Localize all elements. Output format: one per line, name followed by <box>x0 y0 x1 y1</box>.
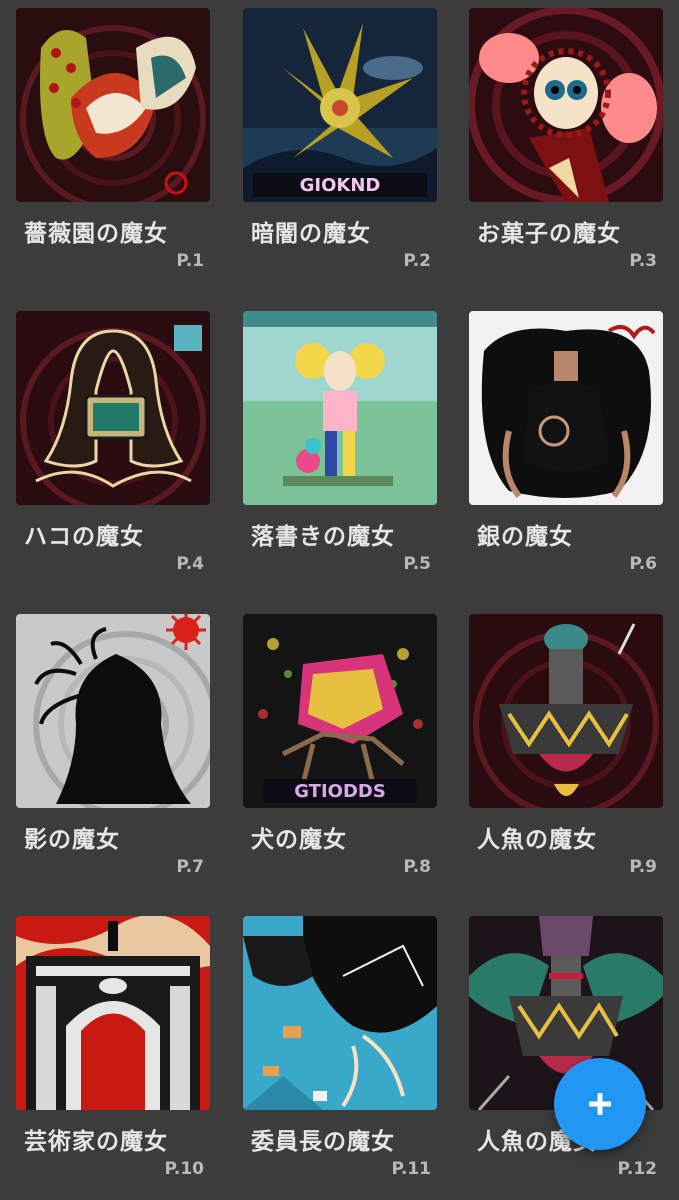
card-witch-8[interactable]: GTIODDS 犬の魔女 P.8 <box>243 614 437 894</box>
card-page-number: P.6 <box>629 554 657 574</box>
card-title: 落書きの魔女 <box>251 524 395 550</box>
add-button[interactable] <box>554 1058 646 1150</box>
card-page-number: P.2 <box>403 251 431 271</box>
card-thumbnail <box>16 916 210 1110</box>
thumb-caption-text: GTIODDS <box>294 781 386 802</box>
card-thumbnail <box>469 614 663 808</box>
card-witch-3[interactable]: お菓子の魔女 P.3 <box>469 8 663 288</box>
card-witch-5[interactable]: 落書きの魔女 P.5 <box>243 311 437 591</box>
card-page-number: P.8 <box>403 857 431 877</box>
card-witch-11[interactable]: 委員長の魔女 P.11 <box>243 916 437 1196</box>
card-thumbnail: GIOKND <box>243 8 437 202</box>
card-page-number: P.3 <box>629 251 657 271</box>
card-page-number: P.7 <box>176 857 204 877</box>
card-page-number: P.4 <box>176 554 204 574</box>
card-title: 銀の魔女 <box>477 524 573 550</box>
card-thumbnail <box>16 8 210 202</box>
card-witch-6[interactable]: 銀の魔女 P.6 <box>469 311 663 591</box>
card-witch-10[interactable]: 芸術家の魔女 P.10 <box>16 916 210 1196</box>
card-title: 委員長の魔女 <box>251 1129 395 1155</box>
card-thumbnail <box>16 311 210 505</box>
card-witch-7[interactable]: 影の魔女 P.7 <box>16 614 210 894</box>
card-thumbnail <box>243 916 437 1110</box>
card-thumbnail <box>16 614 210 808</box>
card-page-number: P.11 <box>391 1159 431 1179</box>
card-thumbnail: GTIODDS <box>243 614 437 808</box>
card-title: お菓子の魔女 <box>477 221 621 247</box>
card-page-number: P.12 <box>617 1159 657 1179</box>
card-title: 芸術家の魔女 <box>24 1129 168 1155</box>
card-page-number: P.9 <box>629 857 657 877</box>
card-thumbnail <box>469 8 663 202</box>
card-title: 暗闇の魔女 <box>251 221 371 247</box>
card-witch-4[interactable]: ハコの魔女 P.4 <box>16 311 210 591</box>
card-witch-9[interactable]: 人魚の魔女 P.9 <box>469 614 663 894</box>
card-title: ハコの魔女 <box>24 524 144 550</box>
card-page-number: P.1 <box>176 251 204 271</box>
card-title: 薔薇園の魔女 <box>24 221 168 247</box>
plus-icon <box>589 1093 611 1115</box>
card-witch-12[interactable]: 人魚の魔女 P.12 <box>469 916 663 1196</box>
card-witch-2[interactable]: GIOKND 暗闇の魔女 P.2 <box>243 8 437 288</box>
card-title: 人魚の魔女 <box>477 827 597 853</box>
card-thumbnail <box>243 311 437 505</box>
card-witch-1[interactable]: 薔薇園の魔女 P.1 <box>16 8 210 288</box>
thumb-caption-text: GIOKND <box>300 175 381 196</box>
card-thumbnail <box>469 311 663 505</box>
card-page-number: P.10 <box>164 1159 204 1179</box>
card-title: 影の魔女 <box>24 827 120 853</box>
witch-card-grid: 薔薇園の魔女 P.1 GIOKND 暗闇の魔女 P.2 お菓子の魔女 P.3 ハ… <box>0 0 679 1200</box>
card-page-number: P.5 <box>403 554 431 574</box>
card-title: 犬の魔女 <box>251 827 347 853</box>
